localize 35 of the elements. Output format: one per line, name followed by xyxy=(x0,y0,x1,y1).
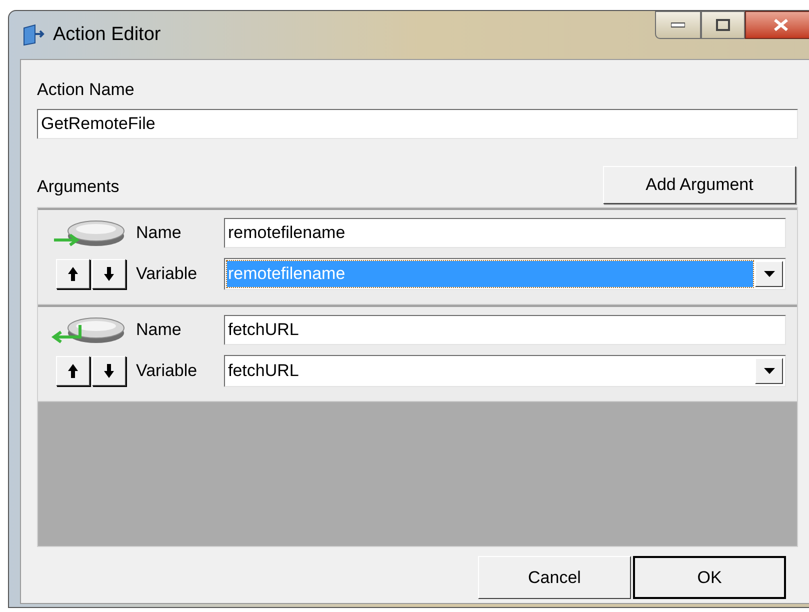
minimize-icon xyxy=(671,22,685,28)
variable-label: Variable xyxy=(136,263,198,286)
name-field[interactable]: remotefilename xyxy=(224,218,786,248)
move-down-button[interactable] xyxy=(92,356,126,386)
name-label: Name xyxy=(136,319,182,342)
move-up-button[interactable] xyxy=(56,259,90,289)
dropdown-arrow-button[interactable] xyxy=(755,261,783,287)
window-title: Action Editor xyxy=(53,22,161,47)
move-down-button[interactable] xyxy=(92,259,126,289)
variable-value: remotefilename xyxy=(227,261,753,287)
up-arrow-icon xyxy=(68,266,78,282)
action-name-field[interactable]: GetRemoteFile xyxy=(37,109,798,139)
maximize-button[interactable] xyxy=(701,11,745,39)
variable-label: Variable xyxy=(136,360,198,382)
dialog-button[interactable]: OK xyxy=(633,556,786,599)
down-arrow-icon xyxy=(104,266,114,282)
dropdown-arrow-button[interactable] xyxy=(755,358,783,384)
name-field[interactable]: fetchURL xyxy=(224,315,786,345)
maximize-icon xyxy=(716,19,730,31)
variable-dropdown[interactable]: fetchURL xyxy=(224,355,786,387)
dialog-button[interactable]: Cancel xyxy=(478,556,631,599)
caret-icon xyxy=(764,368,774,374)
variable-value: fetchURL xyxy=(227,360,300,382)
arguments-label: Arguments xyxy=(37,176,120,198)
close-icon xyxy=(773,18,789,32)
move-up-button[interactable] xyxy=(56,356,90,386)
add-argument-button[interactable]: Add Argument xyxy=(603,166,796,204)
minimize-button[interactable] xyxy=(655,11,701,39)
down-arrow-icon xyxy=(104,363,114,379)
close-button[interactable] xyxy=(745,11,809,39)
window-app-icon xyxy=(21,23,45,47)
caret-icon xyxy=(764,271,774,277)
name-label: Name xyxy=(136,222,182,244)
action-name-label: Action Name xyxy=(37,80,136,100)
up-arrow-icon xyxy=(68,363,78,379)
